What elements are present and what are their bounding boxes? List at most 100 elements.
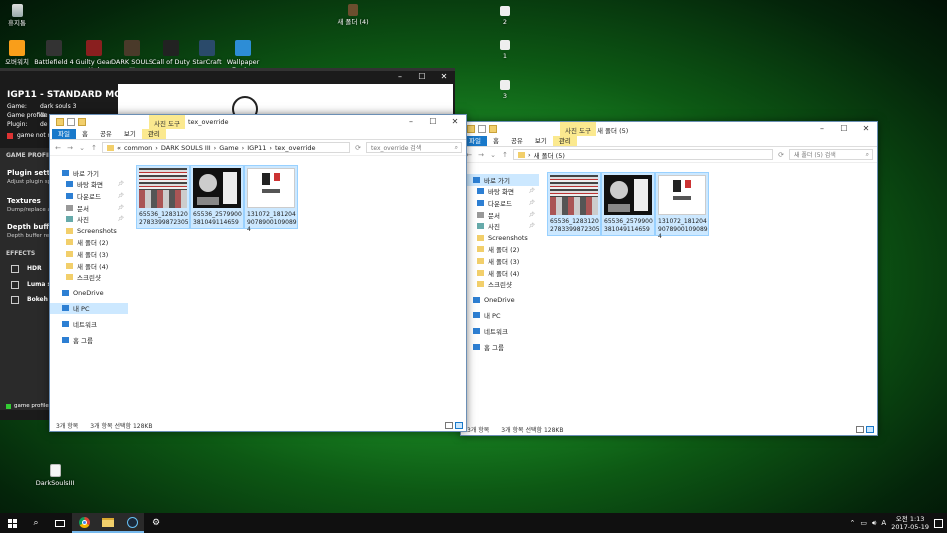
large-icons-view-icon[interactable] xyxy=(455,422,463,429)
chrome-button[interactable] xyxy=(72,513,96,533)
desktop-icon-new-folder-4[interactable]: 새 폴더 (4) xyxy=(330,4,376,26)
nav-item[interactable]: 다운로드 📌︎ xyxy=(461,197,539,209)
nav-item[interactable]: 새 폴더 (2) xyxy=(461,244,539,256)
new-folder-icon[interactable] xyxy=(78,118,86,126)
breadcrumb-item[interactable]: tex_override xyxy=(275,144,316,152)
volume-icon[interactable]: 🔊︎ xyxy=(872,519,876,528)
address-bar[interactable]: › 새 폴더 (5) xyxy=(513,149,773,160)
context-tab-picture-tools[interactable]: 사진 도구 xyxy=(149,115,185,129)
nav-item[interactable]: 사진 📌︎ xyxy=(461,220,539,232)
up-icon[interactable]: ↑ xyxy=(90,144,98,152)
action-center-icon[interactable] xyxy=(934,518,943,528)
search-button[interactable]: ⌕ xyxy=(24,513,48,533)
nav-item[interactable]: 새 폴더 (4) xyxy=(50,260,128,272)
igp-bokeh-checkbox[interactable] xyxy=(11,296,19,304)
task-view-button[interactable] xyxy=(48,513,72,533)
nav-item[interactable]: 문서 📌︎ xyxy=(50,202,128,214)
checkbox-icon[interactable] xyxy=(478,125,486,133)
nav-item[interactable]: 스크린샷 xyxy=(50,271,128,283)
close-button[interactable]: ✕ xyxy=(433,70,455,84)
forward-icon[interactable]: → xyxy=(477,151,485,159)
nav-item[interactable]: Screenshots xyxy=(461,232,539,244)
maximize-button[interactable]: ☐ xyxy=(833,122,855,136)
nav-item[interactable]: 다운로드 📌︎ xyxy=(50,190,128,202)
close-button[interactable]: ✕ xyxy=(855,122,877,136)
context-tab-picture-tools[interactable]: 사진 도구 xyxy=(560,122,596,136)
recent-dropdown-icon[interactable]: ⌄ xyxy=(489,151,497,159)
nav-item[interactable]: 스크린샷 xyxy=(461,278,539,290)
nav-item[interactable]: 홈 그룹 xyxy=(50,334,128,346)
nav-item[interactable]: 새 폴더 (3) xyxy=(461,255,539,267)
minimize-button[interactable]: – xyxy=(400,115,422,129)
chevron-up-icon[interactable]: ⌃ xyxy=(850,519,856,527)
search-input[interactable]: 새 폴더 (5) 검색 ⌕ xyxy=(789,149,873,160)
recent-dropdown-icon[interactable]: ⌄ xyxy=(78,144,86,152)
nav-item[interactable]: OneDrive xyxy=(50,287,128,299)
file-explorer-button[interactable] xyxy=(96,513,120,533)
nav-item[interactable]: 새 폴더 (2) xyxy=(50,237,128,249)
nav-item[interactable]: OneDrive xyxy=(461,294,539,306)
refresh-icon[interactable]: ⟳ xyxy=(354,144,362,152)
back-icon[interactable]: ← xyxy=(54,144,62,152)
igp-textures[interactable]: Textures xyxy=(7,197,41,205)
explorer-window-tex-override[interactable]: 사진 도구 tex_override – ☐ ✕ 파일 홈 공유 보기 관리 ← → ⌄… xyxy=(49,114,467,432)
file-item[interactable]: 65536_2579900 381049114659 xyxy=(190,165,244,229)
breadcrumb-item[interactable]: Game xyxy=(219,144,238,152)
ime-indicator[interactable]: A xyxy=(881,519,886,527)
nav-item[interactable]: 바탕 화면 📌︎ xyxy=(461,186,539,198)
nav-item[interactable]: 바탕 화면 📌︎ xyxy=(50,179,128,191)
nav-item[interactable]: 내 PC xyxy=(461,310,539,322)
nav-item[interactable]: 내 PC xyxy=(50,302,128,315)
igp-luma-checkbox[interactable] xyxy=(11,281,19,289)
close-button[interactable]: ✕ xyxy=(444,115,466,129)
steam-button[interactable] xyxy=(120,513,144,533)
igp-button[interactable]: ⚙ xyxy=(144,513,168,533)
minimize-button[interactable]: – xyxy=(389,70,411,84)
large-icons-view-icon[interactable] xyxy=(866,426,874,433)
desktop-icon-file-1[interactable]: 1 xyxy=(482,40,528,60)
nav-item[interactable]: 새 폴더 (4) xyxy=(461,267,539,279)
minimize-button[interactable]: – xyxy=(811,122,833,136)
details-view-icon[interactable] xyxy=(856,426,864,433)
nav-item[interactable]: 바로 가기 xyxy=(461,174,539,186)
nav-item[interactable]: 홈 그룹 xyxy=(461,341,539,353)
file-item[interactable]: 65536_1283120 2783399872305 xyxy=(136,165,190,229)
igp-hdr-checkbox[interactable] xyxy=(11,265,19,273)
folder-icon xyxy=(477,281,484,288)
maximize-button[interactable]: ☐ xyxy=(422,115,444,129)
up-icon[interactable]: ↑ xyxy=(501,151,509,159)
breadcrumb-item[interactable]: DARK SOULS III xyxy=(161,144,211,152)
desktop-icon-file-3[interactable]: 3 xyxy=(482,80,528,100)
file-item[interactable]: 131072_181204 9078900109089 4 xyxy=(655,172,709,240)
details-view-icon[interactable] xyxy=(445,422,453,429)
breadcrumb-item[interactable]: 새 폴더 (5) xyxy=(534,150,565,160)
breadcrumb-item[interactable]: IGP11 xyxy=(247,144,266,152)
desktop-icon-file-2[interactable]: 2 xyxy=(482,6,528,26)
nav-item[interactable]: 네트워크 xyxy=(461,325,539,337)
network-icon[interactable]: ▭ xyxy=(860,519,867,527)
folder-icon[interactable] xyxy=(467,125,475,133)
nav-item[interactable]: 문서 📌︎ xyxy=(461,209,539,221)
clock[interactable]: 오전 1:13 2017-05-19 xyxy=(891,515,929,531)
file-item[interactable]: 131072_181204 9078900109089 4 xyxy=(244,165,298,233)
folder-icon[interactable] xyxy=(56,118,64,126)
maximize-button[interactable]: ☐ xyxy=(411,70,433,84)
checkbox-icon[interactable] xyxy=(67,118,75,126)
new-folder-icon[interactable] xyxy=(489,125,497,133)
refresh-icon[interactable]: ⟳ xyxy=(777,151,785,159)
address-bar[interactable]: « common › DARK SOULS III › Game › IGP11 › tex_o… xyxy=(102,142,350,153)
start-button[interactable] xyxy=(0,513,24,533)
nav-item[interactable]: 바로 가기 xyxy=(50,167,128,179)
file-item[interactable]: 65536_2579900 381049114659 xyxy=(601,172,655,236)
nav-item[interactable]: 네트워크 xyxy=(50,318,128,330)
breadcrumb-item[interactable]: common xyxy=(124,144,152,152)
nav-item[interactable]: 새 폴더 (3) xyxy=(50,248,128,260)
desktop-icon-recycle-bin[interactable]: 휴지통 xyxy=(0,4,40,27)
nav-item[interactable]: 사진 📌︎ xyxy=(50,213,128,225)
forward-icon[interactable]: → xyxy=(66,144,74,152)
explorer-window-new-folder-5[interactable]: 사진 도구 새 폴더 (5) – ☐ ✕ 파일 홈 공유 보기 관리 ← → ⌄ ↑ ›… xyxy=(460,121,878,436)
file-item[interactable]: 65536_1283120 2783399872305 xyxy=(547,172,601,236)
nav-item[interactable]: Screenshots xyxy=(50,225,128,237)
desktop-icon-darksouls[interactable]: DarkSoulsIII xyxy=(32,464,78,487)
search-input[interactable]: tex_override 검색 ⌕ xyxy=(366,142,462,153)
